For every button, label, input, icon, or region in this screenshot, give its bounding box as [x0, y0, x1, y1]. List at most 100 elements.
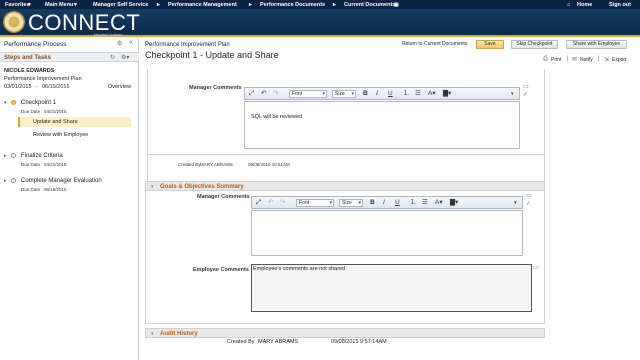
comment-expand-icon[interactable]: ▭ — [523, 83, 529, 90]
manager-comments-label: Manager Comments — [189, 85, 242, 91]
period-start: 03/01/2015 — [4, 84, 32, 90]
highlight-color-icon[interactable]: ▇▾ — [443, 90, 451, 98]
goals-objectives-header[interactable]: ▾ Goals & Objectives Summary — [146, 182, 544, 191]
document-type: Performance Improvement Plan — [4, 76, 82, 82]
breadcrumb-performance-documents[interactable]: Performance Documents — [260, 2, 325, 8]
refresh-icon[interactable]: ↻ — [110, 54, 115, 61]
home-icon[interactable]: ⌂ — [567, 2, 570, 8]
task-update-and-share[interactable]: Update and Share — [33, 119, 78, 125]
spellcheck-icon[interactable]: ✓ — [526, 200, 531, 207]
bullet-list-icon[interactable]: ☰ — [415, 90, 421, 98]
notify-icon[interactable]: ✉ — [572, 56, 577, 63]
step-checkpoint-1[interactable]: Checkpoint 1 — [21, 100, 56, 106]
text-color-icon[interactable]: A▾ — [428, 90, 436, 98]
underline-button[interactable]: U — [395, 199, 400, 207]
notify-link[interactable]: Notify — [580, 57, 593, 63]
spellcheck-icon[interactable]: ✓ — [523, 91, 528, 98]
redo-icon[interactable]: ↷ — [280, 199, 285, 207]
toolbar-collapse-icon[interactable]: ▾ — [514, 199, 517, 207]
return-to-current-documents-link[interactable]: Return to Current Documents — [402, 41, 467, 47]
options-gear-icon[interactable]: ⚙▾ — [121, 54, 129, 61]
export-icon[interactable]: ⇲ — [604, 56, 609, 63]
audit-created-by-label: Created By — [227, 339, 255, 345]
steps-and-tasks-label: Steps and Tasks — [4, 54, 51, 61]
redo-icon[interactable]: ↷ — [273, 90, 278, 98]
print-link[interactable]: Print — [551, 57, 561, 63]
favorites-menu[interactable]: Favorites — [5, 2, 29, 8]
text-color-icon[interactable]: A▾ — [435, 199, 443, 207]
save-button[interactable]: Save — [476, 40, 504, 49]
font-select[interactable]: Font — [296, 199, 334, 207]
bold-button[interactable]: B — [363, 90, 368, 98]
steps-and-tasks-header: Steps and Tasks ↻ ⚙▾ — [0, 52, 139, 62]
breadcrumb-performance-management[interactable]: Performance Management — [168, 2, 237, 8]
audit-created-on-datetime: 09/08/2015 9:57:14AM — [331, 339, 387, 345]
main-menu-chevron-icon[interactable]: ▾ — [74, 2, 77, 8]
employee-comments-label: Employee Comments — [193, 267, 249, 273]
underline-button[interactable]: U — [388, 90, 393, 98]
step-finalize-criteria[interactable]: Finalize Criteria — [21, 153, 63, 159]
connect-logo: CONNECT — [28, 10, 141, 35]
sign-out-link[interactable]: Sign out — [609, 2, 631, 8]
expand-triangle-icon[interactable]: ▸ — [4, 153, 7, 159]
step-complete-manager-evaluation[interactable]: Complete Manager Evaluation — [21, 178, 102, 184]
toolbar-collapse-icon[interactable]: ▾ — [511, 90, 514, 98]
expand-triangle-icon[interactable]: ▸ — [4, 178, 7, 184]
size-select[interactable]: Size — [339, 199, 363, 207]
main-content: Performance Improvement Plan Checkpoint … — [140, 38, 640, 360]
undo-icon[interactable]: ↶ — [261, 90, 266, 98]
period-separator: - — [36, 84, 38, 90]
goals-manager-comments-label: Manager Comments — [197, 194, 250, 200]
print-icon[interactable]: ⎙ — [543, 56, 548, 63]
breadcrumb-manager-self-service[interactable]: Manager Self Service — [93, 2, 148, 8]
audit-history-title: Audit History — [160, 330, 198, 337]
bold-button[interactable]: B — [370, 199, 375, 207]
maximize-icon[interactable]: ⤢ — [249, 90, 254, 98]
steps-sidebar: Performance Process ⚙ « Steps and Tasks … — [0, 38, 139, 360]
maryland-judiciary-seal-icon — [3, 11, 25, 33]
numbered-list-icon[interactable]: ⒈ — [410, 199, 417, 207]
step-status-active-icon — [11, 100, 16, 105]
numbered-list-icon[interactable]: ⒈ — [403, 90, 410, 98]
highlight-color-icon[interactable]: ▇▾ — [450, 199, 458, 207]
breadcrumb-current-documents[interactable]: Current Documents — [344, 2, 395, 8]
due-date-value: 06/15/2015 — [44, 187, 67, 192]
expand-triangle-icon[interactable]: ▾ — [4, 100, 7, 106]
comment-expand-icon[interactable]: ▭ — [526, 192, 532, 199]
italic-button[interactable]: I — [376, 90, 378, 98]
goals-manager-comments-editor[interactable] — [251, 210, 523, 256]
due-date-label: Due Date — [21, 162, 41, 167]
settings-gear-icon[interactable]: ⚙ — [117, 40, 122, 47]
manager-comments-text: SQL will be reviewed — [251, 114, 303, 120]
due-date-label: Due Date — [21, 187, 41, 192]
font-select[interactable]: Font — [289, 90, 327, 98]
page-title: Checkpoint 1 - Update and Share — [145, 50, 279, 60]
size-select[interactable]: Size — [332, 90, 356, 98]
due-date-label: Due Date — [21, 109, 41, 114]
rich-text-toolbar: ⤢ ↶ ↷ Font Size B I U ⒈ ☰ A▾ ▇▾ ▾ — [244, 87, 520, 100]
breadcrumb-chevron-icon: ▸ — [157, 1, 160, 8]
bullet-list-icon[interactable]: ☰ — [422, 199, 428, 207]
comment-expand-icon[interactable]: ▭ — [533, 264, 539, 271]
audit-history-section: ▾ Audit History — [145, 328, 545, 338]
task-review-with-employee[interactable]: Review with Employee — [33, 132, 88, 138]
period-end: 06/15/2015 — [42, 84, 70, 90]
skip-checkpoint-button[interactable]: Skip Checkpoint — [511, 40, 558, 49]
audit-history-header[interactable]: ▾ Audit History — [146, 329, 544, 338]
italic-button[interactable]: I — [383, 199, 385, 207]
manager-comments-editor[interactable]: SQL will be reviewed — [244, 101, 520, 149]
main-menu[interactable]: Main Menu — [45, 2, 73, 8]
collapse-sidebar-icon[interactable]: « — [129, 39, 133, 46]
export-link[interactable]: Export — [612, 57, 626, 63]
favorites-chevron-icon[interactable]: ▾ — [28, 2, 31, 8]
breadcrumb-chevron-icon: ▸ — [333, 1, 336, 8]
due-date-value: 04/21/2015 — [44, 162, 67, 167]
maximize-icon[interactable]: ⤢ — [256, 199, 261, 207]
home-link[interactable]: Home — [577, 2, 592, 8]
collapse-section-icon[interactable]: ▾ — [151, 184, 154, 190]
undo-icon[interactable]: ↶ — [268, 199, 273, 207]
overview-link[interactable]: Overview — [108, 84, 131, 90]
collapse-section-icon[interactable]: ▾ — [151, 331, 154, 337]
created-by-name: MARY ABRAMS — [200, 162, 233, 167]
share-with-employee-button[interactable]: Share with Employee — [566, 40, 627, 49]
